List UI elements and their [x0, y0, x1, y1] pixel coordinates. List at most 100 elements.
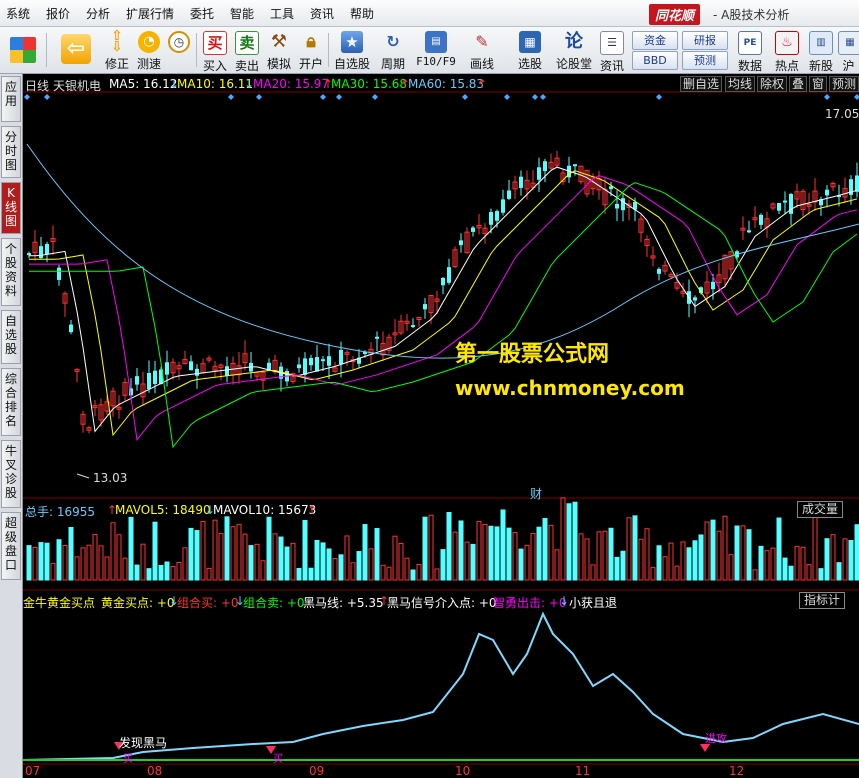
menu-help[interactable]: 帮助: [350, 5, 374, 22]
x-axis-label: 09: [309, 764, 325, 778]
forecast-chart-button[interactable]: 预测: [829, 76, 859, 92]
menu-extended[interactable]: 扩展行情: [126, 5, 174, 22]
candle-body: [783, 200, 787, 203]
open-account-label: 开户: [298, 57, 323, 71]
stock-name[interactable]: 天银机电: [53, 77, 101, 94]
volume-bar: [806, 564, 812, 581]
tab-apps[interactable]: 应用: [1, 76, 21, 122]
volume-bar: [302, 519, 308, 581]
period-button[interactable]: ↻ 周期: [376, 29, 410, 71]
volume-bar: [26, 545, 32, 581]
volume-bar: [80, 547, 86, 581]
signal-diamond: [540, 94, 546, 100]
candle-body: [777, 203, 781, 211]
menu-analysis[interactable]: 分析: [86, 5, 110, 22]
toolbar: ⇦ ⇧ ⇩ 修正 ◔ 测速 ◷ 买 买入 卖 卖出 ⚒ 模拟 🔒︎ 开户 ★ 自…: [0, 27, 859, 74]
stock-screen-button[interactable]: ▦ 选股: [508, 29, 552, 71]
volume-bar: [632, 515, 638, 581]
volume-bar: [182, 547, 188, 581]
info-button[interactable]: ☰ 资讯: [596, 29, 628, 73]
tab-intraday[interactable]: 分时图: [1, 126, 21, 178]
menu-news[interactable]: 资讯: [310, 5, 334, 22]
forecast-button[interactable]: 预测: [682, 51, 728, 70]
candle-body: [501, 199, 505, 213]
volume-bar: [560, 497, 566, 581]
sell-button[interactable]: 卖 卖出: [232, 29, 262, 73]
volume-bar: [50, 562, 56, 581]
up-down-arrow-icon: ⇧ ⇩: [111, 28, 123, 55]
watchlist-button[interactable]: ★ 自选股: [332, 29, 372, 71]
financial-marker[interactable]: 财: [530, 485, 542, 502]
watermark-url: www.chnmoney.com: [455, 376, 685, 400]
kline-chart-area[interactable]: 日线 天银机电 MA5: 16.12 ↓ MA10: 16.11 ↓ MA20:…: [23, 74, 859, 778]
candle-body: [711, 281, 715, 290]
draw-line-button[interactable]: ✎ 画线: [462, 29, 502, 71]
chart-canvas[interactable]: [23, 74, 859, 778]
menu-smart[interactable]: 智能: [230, 5, 254, 22]
volume-indicator-button[interactable]: 成交量: [797, 501, 844, 518]
revise-button[interactable]: ⇧ ⇩ 修正: [102, 29, 132, 71]
volume-bar: [308, 567, 314, 581]
tab-kline[interactable]: K线图: [1, 182, 21, 234]
tab-ranking[interactable]: 综合排名: [1, 368, 21, 436]
volume-bar: [224, 516, 230, 581]
info-icon: ☰: [600, 31, 624, 55]
volume-bar: [674, 565, 680, 581]
volume-bar: [386, 566, 392, 581]
bbd-button[interactable]: BBD: [632, 51, 678, 70]
tab-diagnosis[interactable]: 牛叉诊股: [1, 440, 21, 508]
menu-entrust[interactable]: 委托: [190, 5, 214, 22]
candle-body: [621, 198, 625, 211]
block-button[interactable]: [6, 29, 40, 71]
volume-bar: [140, 543, 146, 581]
menu-quote[interactable]: 报价: [46, 5, 70, 22]
forum-icon: 论: [565, 31, 583, 52]
simulate-button[interactable]: ⚒ 模拟: [264, 29, 294, 71]
back-button[interactable]: ⇦: [54, 29, 98, 71]
overlay-button[interactable]: 叠: [789, 76, 808, 92]
tab-stock-profile[interactable]: 个股资料: [1, 238, 21, 306]
new-stock-button[interactable]: ▥ 新股: [806, 29, 836, 73]
tab-super-board[interactable]: 超级盘口: [1, 512, 21, 580]
ma-settings-button[interactable]: 均线: [725, 76, 756, 92]
volume-bar: [800, 546, 806, 581]
speedtest-button[interactable]: ◔ 测速: [134, 29, 164, 71]
volume-bar: [86, 544, 92, 581]
volume-bar: [836, 562, 842, 581]
open-account-button[interactable]: 🔒︎ 开户: [296, 29, 326, 71]
f10-button[interactable]: ▤ F10/F9: [414, 29, 458, 71]
volume-bar: [788, 565, 794, 581]
f10-label: F10/F9: [416, 55, 456, 68]
volume-bar: [368, 548, 374, 581]
volume-bar: [206, 567, 212, 581]
signal-diamond: [656, 94, 662, 100]
menu-system[interactable]: 系统: [6, 5, 30, 22]
volume-bar: [656, 545, 662, 581]
tab-watchlist[interactable]: 自选股: [1, 310, 21, 364]
sh-icon: ▦: [838, 31, 859, 55]
remove-watchlist-button[interactable]: 删自选: [680, 76, 723, 92]
fund-button[interactable]: 资金: [632, 31, 678, 50]
shanghai-button[interactable]: ▦ 沪: [838, 29, 859, 71]
hotspot-button[interactable]: ♨ 热点: [770, 29, 804, 73]
clock-button[interactable]: ◷: [164, 29, 194, 71]
volume-bar: [620, 550, 626, 581]
buy-button[interactable]: 买 买入: [200, 29, 230, 73]
volume-bar: [584, 538, 590, 581]
candle-body: [423, 304, 427, 310]
x-axis-label: 10: [455, 764, 471, 778]
ma30-legend: MA30: 15.68: [331, 77, 408, 91]
volume-bar: [644, 528, 650, 581]
candle-body: [855, 175, 859, 192]
watchlist-label: 自选股: [333, 57, 370, 71]
candle-body: [411, 325, 415, 328]
window-button[interactable]: 窗: [809, 76, 828, 92]
menu-tools[interactable]: 工具: [270, 5, 294, 22]
indicator-settings-button[interactable]: 指标计: [799, 592, 846, 609]
ex-rights-button[interactable]: 除权: [757, 76, 788, 92]
forum-button[interactable]: 论 论股堂: [554, 29, 594, 71]
candle-body: [39, 246, 43, 259]
data-button[interactable]: PE 数据: [734, 29, 766, 73]
research-button[interactable]: 研报: [682, 31, 728, 50]
small-gain-legend: 小获且退: [569, 596, 618, 610]
